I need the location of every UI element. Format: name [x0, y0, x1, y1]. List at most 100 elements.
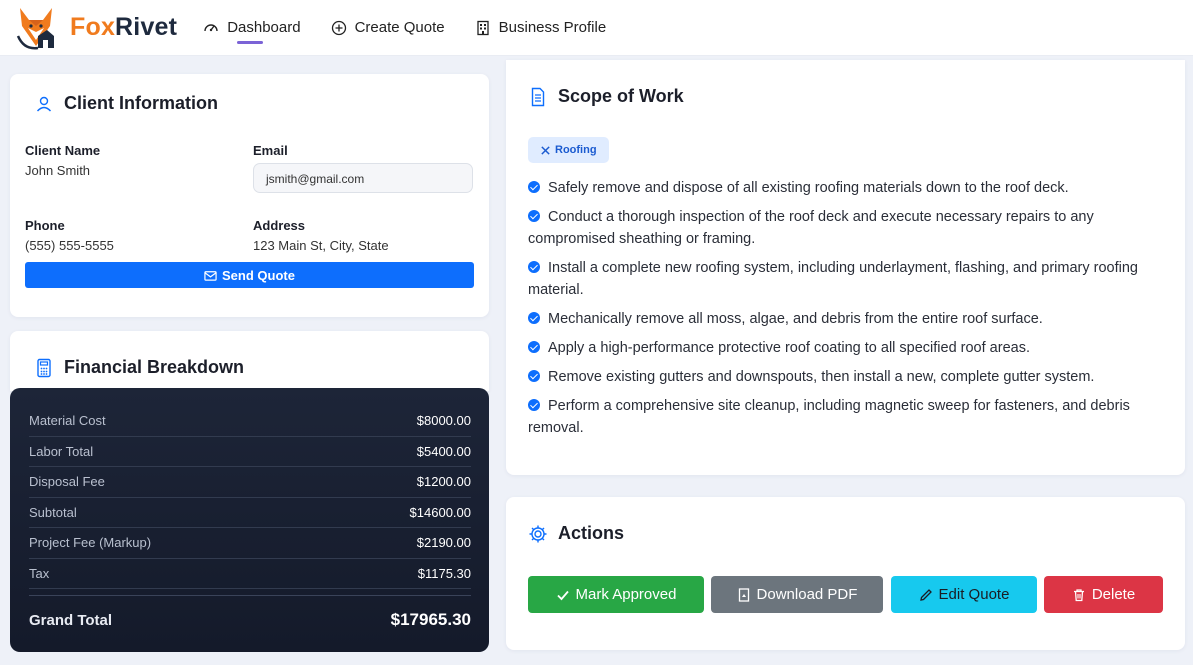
- fin-row-material-cost: Material Cost $8000.00: [29, 406, 471, 437]
- scope-item-text: Perform a comprehensive site cleanup, in…: [528, 398, 1130, 436]
- client-email-input[interactable]: jsmith@gmail.com: [253, 163, 473, 193]
- mark-approved-button[interactable]: Mark Approved: [528, 576, 704, 613]
- plus-circle-icon: [331, 20, 347, 36]
- client-information-heading: Client Information: [64, 93, 218, 113]
- client-information-title: Client Information: [34, 93, 218, 114]
- check-circle-icon: [528, 181, 540, 193]
- scope-item-text: Conduct a thorough inspection of the roo…: [528, 209, 1094, 247]
- check-circle-icon: [528, 370, 540, 382]
- scope-item-text: Apply a high-performance protective roof…: [548, 340, 1030, 356]
- edit-quote-button[interactable]: Edit Quote: [891, 576, 1037, 613]
- download-pdf-button[interactable]: Download PDF: [711, 576, 883, 613]
- grand-total-value: $17965.30: [390, 610, 471, 629]
- fin-row-project-fee: Project Fee (Markup) $2190.00: [29, 528, 471, 559]
- trash-icon: [1073, 588, 1084, 601]
- fin-value: $8000.00: [416, 413, 471, 429]
- fin-row-labor-total: Labor Total $5400.00: [29, 437, 471, 467]
- financial-breakdown-title: Financial Breakdown: [34, 357, 244, 378]
- tools-icon: [541, 145, 550, 155]
- mark-approved-label: Mark Approved: [575, 586, 677, 603]
- roofing-tag-label: Roofing: [555, 144, 597, 156]
- fin-label: Subtotal: [29, 504, 77, 520]
- brand-logo[interactable]: FoxRivet: [16, 6, 177, 50]
- client-email-field: Email jsmith@gmail.com: [253, 143, 473, 193]
- fin-label: Tax: [29, 565, 50, 581]
- delete-label: Delete: [1091, 586, 1136, 603]
- download-pdf-label: Download PDF: [756, 586, 858, 603]
- fin-value: $14600.00: [409, 504, 471, 520]
- roofing-tag: Roofing: [528, 137, 609, 163]
- fin-label: Disposal Fee: [29, 474, 105, 490]
- fox-logo-icon: [16, 7, 54, 49]
- delete-button[interactable]: Delete: [1044, 576, 1163, 613]
- scope-list: Safely remove and dispose of all existin…: [528, 177, 1148, 446]
- financial-breakdown-card: Financial Breakdown: [10, 331, 489, 391]
- client-address-value: 123 Main St, City, State: [253, 238, 389, 253]
- actions-heading: Actions: [558, 523, 625, 543]
- building-icon: [475, 20, 491, 36]
- fin-label: Material Cost: [29, 413, 106, 429]
- scope-of-work-card: Scope of Work Roofing Safely remove and …: [506, 60, 1185, 475]
- check-circle-icon: [528, 261, 540, 273]
- nav-dashboard[interactable]: Dashboard: [203, 0, 301, 56]
- pencil-icon: [919, 588, 932, 601]
- check-circle-icon: [528, 312, 540, 324]
- client-address-field: Address 123 Main St, City, State: [253, 218, 389, 253]
- scope-item: Perform a comprehensive site cleanup, in…: [528, 395, 1148, 439]
- client-phone-label: Phone: [25, 218, 65, 233]
- scope-of-work-heading: Scope of Work: [558, 86, 684, 106]
- nav-business-profile[interactable]: Business Profile: [475, 0, 607, 56]
- client-email-label: Email: [253, 143, 288, 158]
- gear-icon: [528, 524, 548, 544]
- fin-value: $1200.00: [416, 474, 471, 490]
- scope-item-text: Install a complete new roofing system, i…: [528, 260, 1138, 298]
- fin-grand-total: Grand Total $17965.30: [29, 595, 471, 630]
- check-circle-icon: [528, 399, 540, 411]
- client-name-label: Client Name: [25, 143, 101, 158]
- send-quote-label: Send Quote: [222, 267, 295, 283]
- check-icon: [556, 590, 569, 600]
- client-phone-field: Phone (555) 555-5555: [25, 218, 114, 253]
- client-name-field: Client Name John Smith: [25, 143, 100, 178]
- top-navbar: FoxRivet Dashboard Create Quote Business…: [0, 0, 1193, 56]
- financial-breakdown-heading: Financial Breakdown: [64, 357, 245, 377]
- fin-value: $2190.00: [416, 535, 471, 551]
- user-icon: [34, 94, 54, 114]
- envelope-icon: [204, 270, 217, 281]
- scope-item-text: Safely remove and dispose of all existin…: [548, 180, 1069, 196]
- scope-of-work-title: Scope of Work: [528, 86, 684, 107]
- check-circle-icon: [528, 210, 540, 222]
- fin-row-disposal-fee: Disposal Fee $1200.00: [29, 467, 471, 498]
- fin-label: Project Fee (Markup): [29, 535, 152, 551]
- grand-total-label: Grand Total: [29, 611, 113, 629]
- nav-create-quote-label: Create Quote: [354, 19, 445, 36]
- client-phone-value: (555) 555-5555: [25, 238, 114, 253]
- calculator-icon: [34, 358, 54, 378]
- client-information-card: Client Information Client Name John Smit…: [10, 74, 489, 317]
- fin-row-tax: Tax $1175.30: [29, 559, 471, 589]
- scope-item: Remove existing gutters and downspouts, …: [528, 366, 1148, 388]
- check-circle-icon: [528, 341, 540, 353]
- scope-item-text: Remove existing gutters and downspouts, …: [548, 369, 1095, 385]
- scope-item: Conduct a thorough inspection of the roo…: [528, 206, 1148, 250]
- client-name-value: John Smith: [25, 163, 91, 178]
- nav-dashboard-label: Dashboard: [227, 19, 301, 36]
- pdf-file-icon: [738, 587, 749, 602]
- nav-create-quote[interactable]: Create Quote: [331, 0, 445, 56]
- fin-value: $1175.30: [417, 565, 471, 581]
- actions-card: Actions Mark Approved Download PDF Edit …: [506, 497, 1185, 650]
- fin-value: $5400.00: [416, 443, 471, 459]
- document-icon: [528, 87, 548, 107]
- gauge-icon: [203, 20, 219, 36]
- fin-row-subtotal: Subtotal $14600.00: [29, 498, 471, 528]
- client-address-label: Address: [253, 218, 306, 233]
- scope-item: Apply a high-performance protective roof…: [528, 337, 1148, 359]
- fin-label: Labor Total: [29, 443, 94, 459]
- actions-title: Actions: [528, 523, 624, 544]
- send-quote-button[interactable]: Send Quote: [25, 262, 474, 288]
- scope-item: Safely remove and dispose of all existin…: [528, 177, 1148, 199]
- edit-quote-label: Edit Quote: [938, 586, 1010, 603]
- brand-name: FoxRivet: [70, 13, 178, 41]
- nav-business-profile-label: Business Profile: [498, 19, 607, 36]
- financial-breakdown-panel: Material Cost $8000.00 Labor Total $5400.0…: [10, 388, 489, 652]
